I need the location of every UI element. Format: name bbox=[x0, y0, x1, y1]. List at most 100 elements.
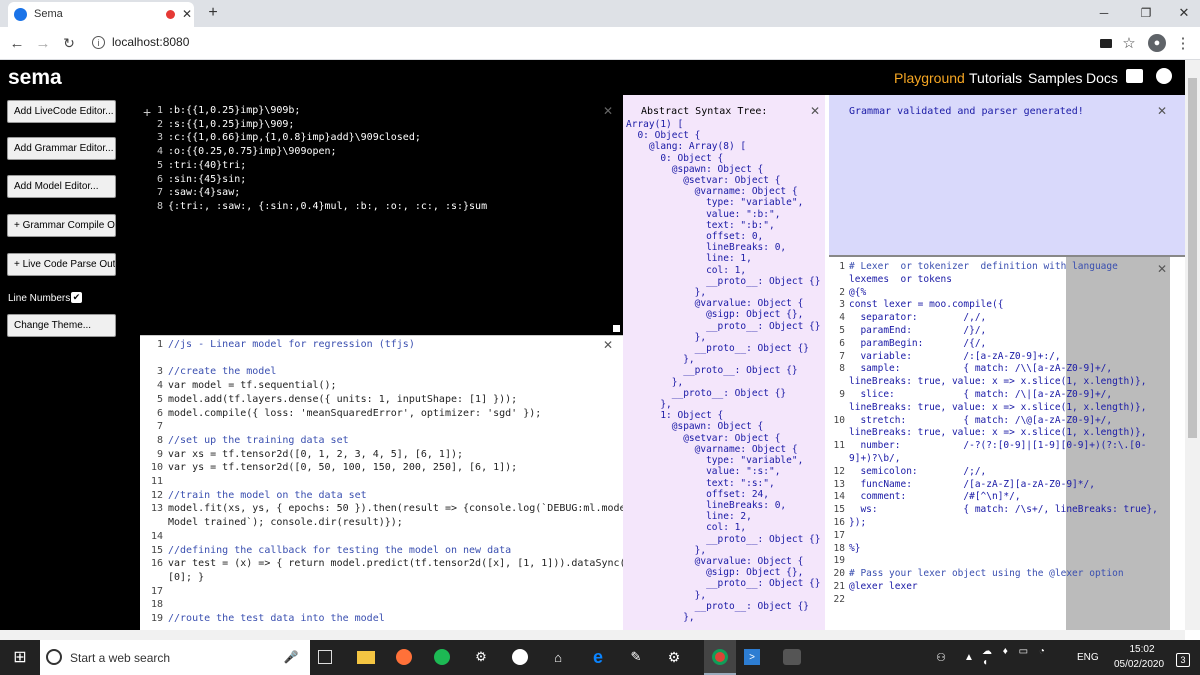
code-text: //defining the callback for testing the … bbox=[168, 544, 512, 556]
line-number: 15 bbox=[150, 544, 163, 556]
close-grammar-status-icon[interactable]: ✕ bbox=[1155, 104, 1169, 118]
ast-line: line: 2, bbox=[626, 511, 752, 523]
code-text: //js - Linear model for regression (tfjs… bbox=[168, 339, 415, 350]
close-window-icon[interactable]: ✕ bbox=[1174, 4, 1194, 22]
nav-tutorials[interactable]: Tutorials bbox=[969, 70, 1022, 86]
nav-samples[interactable]: Samples bbox=[1028, 70, 1082, 86]
tab-title: Sema bbox=[34, 8, 63, 20]
code-text: # Lexer or tokenizer definition with lan… bbox=[849, 261, 1118, 272]
close-model-editor-icon[interactable]: ✕ bbox=[601, 338, 615, 352]
tray-expand-icon[interactable]: ▲ bbox=[962, 649, 976, 665]
close-tab-icon[interactable]: ✕ bbox=[180, 7, 194, 21]
paint-icon[interactable]: ✎ bbox=[628, 649, 644, 665]
taskbar-search-box[interactable]: Start a web search 🎤 bbox=[40, 640, 310, 675]
add-model-editor-button[interactable]: Add Model Editor... bbox=[7, 175, 116, 198]
code-text: slice: { match: /\|[a-zA-Z0-9]+/, bbox=[849, 389, 1113, 400]
settings-gear-icon[interactable]: ⚙ bbox=[666, 649, 682, 665]
ast-line: __proto__: Object {} bbox=[626, 387, 787, 399]
line-number: 22 bbox=[833, 593, 845, 605]
close-ast-icon[interactable]: ✕ bbox=[808, 104, 822, 118]
app-header: sema Playground Tutorials Samples Docs bbox=[0, 60, 1200, 95]
chrome-icon[interactable] bbox=[712, 649, 728, 665]
horizontal-scrollbar[interactable] bbox=[0, 630, 1185, 640]
chrome-taskbar-slot[interactable] bbox=[704, 640, 736, 675]
edge-icon[interactable]: e bbox=[590, 647, 606, 667]
ast-line: 0: Object { bbox=[626, 130, 701, 142]
home-icon[interactable]: ⌂ bbox=[550, 649, 566, 665]
code-text: :s:{{1,0.25}imp}\909; bbox=[168, 118, 295, 130]
line-numbers-checkbox[interactable]: ✔ bbox=[71, 292, 82, 303]
code-text: [0]; } bbox=[168, 571, 205, 583]
minimize-icon[interactable]: ─ bbox=[1094, 4, 1114, 22]
forward-arrow-icon[interactable]: → bbox=[34, 34, 52, 52]
ast-line: text: ":s:", bbox=[626, 477, 775, 489]
profile-icon[interactable]: ● bbox=[1148, 34, 1166, 52]
code-text: lexemes or tokens bbox=[849, 273, 952, 285]
line-number: 13 bbox=[833, 478, 845, 490]
livecode-editor[interactable]: + 1:b:{{1,0.25}imp}\909b; 2:s:{{1,0.25}im… bbox=[140, 95, 623, 335]
windows-start-icon[interactable]: ⊞ bbox=[12, 649, 28, 666]
ast-line: }, bbox=[626, 544, 707, 556]
language-indicator[interactable]: ENG bbox=[1077, 652, 1099, 663]
bookmark-star-icon[interactable]: ☆ bbox=[1120, 34, 1138, 52]
ast-line: Array(1) [ bbox=[626, 119, 684, 130]
ast-line: type: "variable", bbox=[626, 455, 804, 467]
new-tab-icon[interactable]: + bbox=[204, 4, 222, 22]
close-livecode-icon[interactable]: ✕ bbox=[601, 104, 615, 118]
people-icon[interactable]: ⚇ bbox=[934, 649, 948, 665]
browser-tab[interactable]: Sema ✕ bbox=[8, 2, 194, 27]
maximize-icon[interactable]: ❐ bbox=[1136, 4, 1156, 22]
microphone-icon[interactable]: 🎤 bbox=[284, 649, 299, 665]
line-number: 5 bbox=[156, 393, 163, 405]
info-icon[interactable]: i bbox=[92, 36, 105, 49]
close-grammar-editor-icon[interactable]: ✕ bbox=[1155, 262, 1169, 276]
ast-line: @spawn: Object { bbox=[626, 421, 764, 433]
ast-line: }, bbox=[626, 399, 672, 411]
page-scrollbar[interactable] bbox=[1185, 60, 1200, 630]
tray-icons[interactable]: ☁ ♦ ▭ ◔ ◖ bbox=[982, 646, 1052, 668]
grammar-compile-out-button[interactable]: + Grammar Compile Out bbox=[7, 214, 116, 237]
menu-dots-icon[interactable]: ⋮ bbox=[1176, 34, 1191, 52]
ast-line: offset: 0, bbox=[626, 231, 764, 243]
powershell-icon[interactable]: > bbox=[744, 649, 760, 665]
scrollbar-thumb[interactable] bbox=[1188, 78, 1197, 438]
terminal-app-icon[interactable] bbox=[783, 649, 801, 665]
taskbar: ⊞ Start a web search 🎤 ⚙ ⌂ e ✎ ⚙ > ⚇ ▲ ☁… bbox=[0, 640, 1200, 675]
address-bar[interactable]: localhost:8080 bbox=[112, 35, 189, 49]
add-livecode-editor-button[interactable]: Add LiveCode Editor... bbox=[7, 100, 116, 123]
ast-line: value: ":b:", bbox=[626, 208, 781, 220]
ast-line: @varname: Object { bbox=[626, 186, 798, 198]
file-explorer-icon[interactable] bbox=[357, 651, 375, 664]
task-view-icon[interactable] bbox=[318, 650, 332, 664]
chat-icon[interactable] bbox=[1126, 69, 1143, 83]
gog-icon[interactable] bbox=[512, 649, 528, 665]
clock-time[interactable]: 15:02 bbox=[1117, 644, 1167, 655]
live-code-parse-out-button[interactable]: + Live Code Parse Out bbox=[7, 253, 116, 276]
code-text: paramEnd: /}/, bbox=[849, 325, 987, 336]
ast-line: lineBreaks: 0, bbox=[626, 242, 787, 254]
app-logo[interactable]: sema bbox=[8, 66, 62, 90]
cast-icon[interactable] bbox=[1100, 39, 1112, 48]
ast-line: line: 1, bbox=[626, 253, 752, 265]
add-grammar-editor-button[interactable]: Add Grammar Editor... bbox=[7, 137, 116, 160]
resize-handle-icon[interactable] bbox=[613, 325, 620, 332]
back-arrow-icon[interactable]: ← bbox=[8, 34, 26, 52]
grammar-editor[interactable]: 1 # Lexer or tokenizer definition with la… bbox=[829, 255, 1185, 632]
notification-count: 3 bbox=[1180, 655, 1186, 665]
code-text: model.fit(xs, ys, { epochs: 50 }).then(r… bbox=[168, 503, 638, 515]
clock-date[interactable]: 05/02/2020 bbox=[1107, 659, 1171, 670]
reload-icon[interactable]: ↻ bbox=[60, 34, 78, 52]
code-text: %} bbox=[849, 542, 861, 554]
spotify-icon[interactable] bbox=[434, 649, 450, 665]
notification-center-icon[interactable]: 3 bbox=[1176, 653, 1190, 667]
code-text: funcName: /[a-zA-Z][a-zA-Z0-9]*/, bbox=[849, 478, 1095, 490]
github-icon[interactable] bbox=[1156, 68, 1172, 84]
model-editor[interactable]: 1 //js - Linear model for regression (tfj… bbox=[140, 335, 638, 630]
steam-icon[interactable]: ⚙ bbox=[473, 649, 489, 665]
line-number: 7 bbox=[156, 187, 163, 199]
firefox-icon[interactable] bbox=[396, 649, 412, 665]
nav-playground[interactable]: Playground bbox=[894, 70, 965, 86]
nav-docs[interactable]: Docs bbox=[1086, 70, 1118, 86]
line-number: 9 bbox=[156, 448, 163, 460]
change-theme-button[interactable]: Change Theme... bbox=[7, 314, 116, 337]
